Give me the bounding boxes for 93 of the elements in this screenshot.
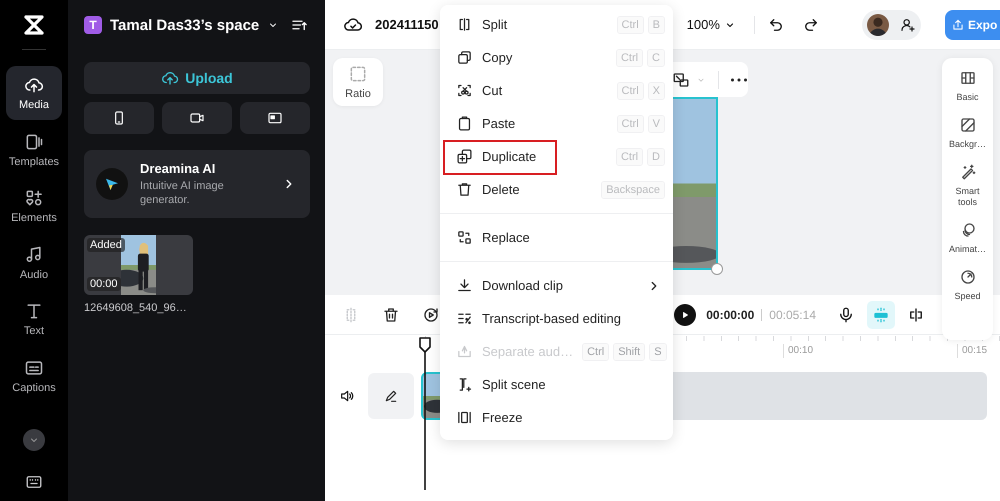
promo-title: Dreamina AI	[140, 161, 216, 176]
screen-record-button[interactable]	[240, 102, 310, 134]
trash-icon	[456, 181, 473, 198]
menu-item[interactable]: Delete Backspace	[440, 173, 673, 206]
space-name[interactable]: Tamal Das33’s space	[110, 16, 260, 34]
menu-item[interactable]: Paste Ctrl V	[440, 107, 673, 140]
freeze-icon	[456, 409, 473, 426]
nav-tab[interactable]: Captions	[6, 348, 62, 402]
audio-export-icon	[456, 343, 473, 360]
replace-icon	[456, 229, 473, 246]
nav-tab[interactable]: Audio	[6, 236, 62, 290]
menu-item[interactable]: Freeze	[440, 401, 673, 434]
shortcut-key: Ctrl	[616, 16, 644, 34]
replay-icon	[422, 306, 440, 324]
shortcut-key: Ctrl	[616, 148, 644, 166]
property-tab[interactable]: Smart tools	[950, 163, 984, 208]
shortcut-key: Ctrl	[616, 82, 644, 100]
resize-handle[interactable]	[711, 263, 723, 275]
split-view-icon	[907, 306, 925, 324]
property-tab[interactable]: Basic	[944, 69, 992, 103]
background-icon	[958, 116, 976, 134]
nav-tab[interactable]: Templates	[6, 122, 62, 176]
space-avatar: T	[84, 16, 102, 34]
menu-item[interactable]: Split scene	[440, 368, 673, 401]
added-badge: Added	[87, 238, 125, 252]
download-icon	[456, 277, 473, 294]
keyboard-icon	[25, 473, 43, 491]
promo-subtitle: Intuitive AI image generator.	[140, 179, 225, 207]
pencil-icon	[383, 388, 399, 404]
share-icon	[951, 18, 965, 32]
menu-item[interactable]: Cut Ctrl X	[440, 74, 673, 107]
nav-tab[interactable]: Text	[6, 292, 62, 346]
property-tab[interactable]: Animat…	[944, 221, 992, 255]
project-name[interactable]: 202411150	[375, 17, 439, 32]
volume-icon	[339, 388, 355, 404]
media-thumbnail[interactable]: Added 00:00	[84, 235, 193, 295]
shortcut-key: Shift	[613, 342, 646, 360]
avatar	[867, 14, 890, 36]
cut-icon	[456, 82, 473, 99]
property-tab[interactable]: Backgr…	[944, 116, 992, 150]
zoom-dropdown[interactable]: 100%	[686, 17, 736, 32]
play-button[interactable]	[674, 304, 696, 326]
total-duration: 00:05:14	[769, 308, 816, 322]
shortcut-key: X	[648, 82, 665, 100]
duration-label: 00:00	[87, 277, 121, 291]
property-tab[interactable]: Speed	[944, 268, 992, 302]
screen-icon	[267, 110, 283, 126]
camera-button[interactable]	[162, 102, 232, 134]
shortcut-key: Ctrl	[582, 342, 610, 360]
nav-tab[interactable]: Elements	[6, 179, 62, 233]
more-icon	[731, 78, 747, 82]
current-time: 00:00:00	[706, 308, 754, 322]
add-user-icon	[900, 16, 916, 32]
menu-item[interactable]: Replace	[440, 221, 673, 254]
ratio-button[interactable]: Ratio	[333, 58, 383, 106]
shortcut-key: B	[648, 16, 665, 34]
microphone-button[interactable]	[837, 306, 855, 324]
menu-item[interactable]: Copy Ctrl C	[440, 41, 673, 74]
shortcut-key: C	[647, 48, 665, 66]
file-name: 12649608_540_96…	[84, 302, 188, 314]
tool-button[interactable]	[422, 306, 440, 324]
speedometer-icon	[958, 268, 976, 286]
microphone-icon	[837, 306, 855, 324]
tool-button[interactable]	[382, 306, 400, 324]
upload-button[interactable]: Upload	[84, 62, 310, 94]
split-view-button[interactable]	[907, 306, 925, 324]
copy-icon	[456, 49, 473, 66]
menu-item[interactable]: Download clip	[440, 269, 673, 302]
shortcut-key: V	[648, 114, 665, 132]
magnet-strip-icon	[872, 306, 890, 324]
shortcut-key: Backspace	[601, 180, 665, 198]
invite-button[interactable]	[900, 16, 916, 32]
menu-item[interactable]: Duplicate Ctrl D	[440, 140, 673, 173]
picture-in-picture-icon	[672, 70, 690, 88]
nav-tab[interactable]: Media	[6, 66, 62, 120]
phone-button[interactable]	[84, 102, 154, 134]
layout-icon	[958, 69, 976, 87]
time-tick-label: 00:15	[957, 344, 988, 358]
dashed-square-icon	[348, 64, 368, 84]
promo-card[interactable]: Dreamina AI Intuitive AI image generator.	[84, 150, 310, 218]
menu-item[interactable]: Transcript-based editing	[440, 302, 673, 335]
shortcut-key: D	[647, 148, 665, 166]
shortcut-key: S	[649, 342, 667, 360]
duplicate-icon	[456, 148, 473, 165]
time-tick-label: 00:10	[783, 344, 814, 358]
elements-icon	[24, 188, 44, 208]
cloud-upload-icon	[161, 69, 180, 87]
templates-icon	[24, 132, 44, 152]
menu-item[interactable]: Split Ctrl B	[440, 8, 673, 41]
shortcut-key: Ctrl	[616, 48, 644, 66]
trash-icon	[382, 306, 400, 324]
clipboard-icon	[456, 115, 473, 132]
shortcut-key: Ctrl	[616, 114, 644, 132]
